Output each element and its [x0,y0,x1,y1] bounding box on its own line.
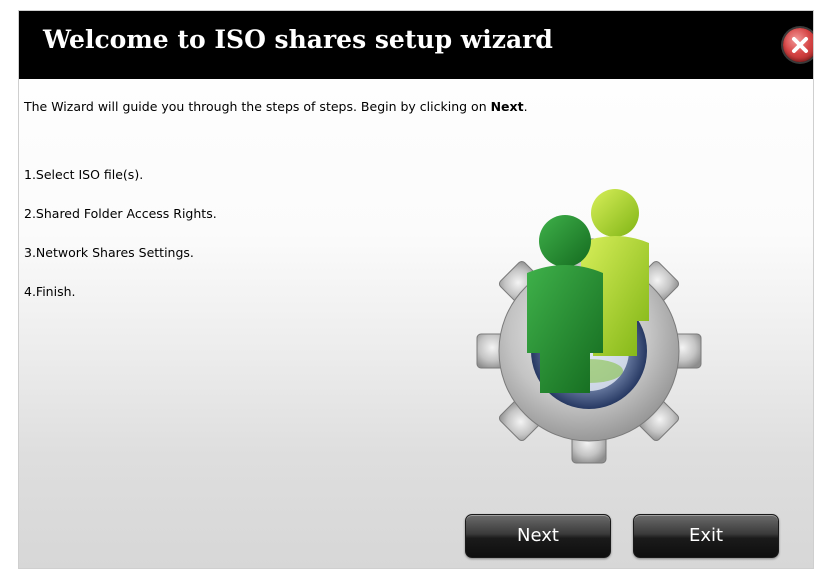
step-item-4: 4.Finish. [24,284,76,299]
close-button[interactable] [783,28,813,62]
intro-text-next: Next [490,99,524,114]
step-item-2: 2.Shared Folder Access Rights. [24,206,217,221]
wizard-dialog: Welcome to ISO shares setup wizard The W… [18,10,814,569]
step-item-1: 1.Select ISO file(s). [24,167,144,182]
step-item-3: 3.Network Shares Settings. [24,245,194,260]
close-icon [792,37,808,53]
intro-text: The Wizard will guide you through the st… [24,99,528,114]
intro-text-end: . [523,99,528,114]
users-gear-icon [476,189,702,464]
exit-button[interactable]: Exit [633,514,779,558]
users-gear-illustration [469,171,709,471]
intro-text-main: The Wizard will guide you through the st… [24,99,491,114]
window-title: Welcome to ISO shares setup wizard [43,25,553,54]
next-button[interactable]: Next [465,514,611,558]
title-bar: Welcome to ISO shares setup wizard [19,11,813,79]
